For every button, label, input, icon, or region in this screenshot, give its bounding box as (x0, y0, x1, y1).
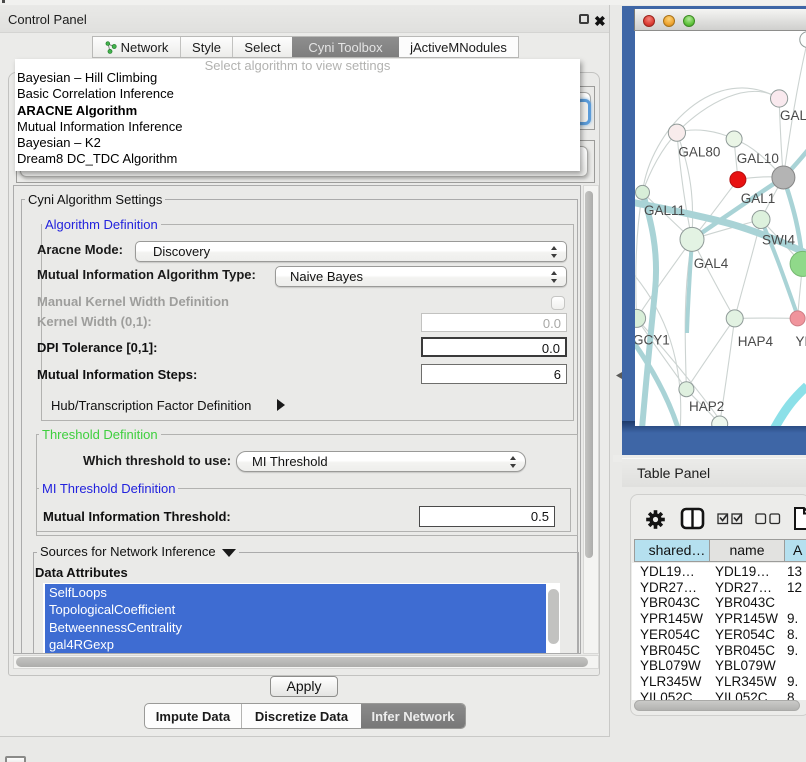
svg-text:HAP4: HAP4 (738, 334, 774, 349)
svg-text:SWI4: SWI4 (762, 233, 795, 248)
svg-text:HAP2: HAP2 (689, 399, 724, 414)
svg-text:GAL4: GAL4 (694, 256, 729, 271)
svg-text:GAL7: GAL7 (780, 108, 806, 123)
svg-text:GAL1: GAL1 (741, 191, 776, 206)
svg-text:GCY1: GCY1 (635, 333, 670, 348)
svg-text:YE: YE (796, 334, 806, 349)
svg-text:GAL10: GAL10 (737, 151, 779, 166)
svg-text:GAL11: GAL11 (644, 203, 685, 218)
svg-text:GAL80: GAL80 (678, 145, 720, 160)
